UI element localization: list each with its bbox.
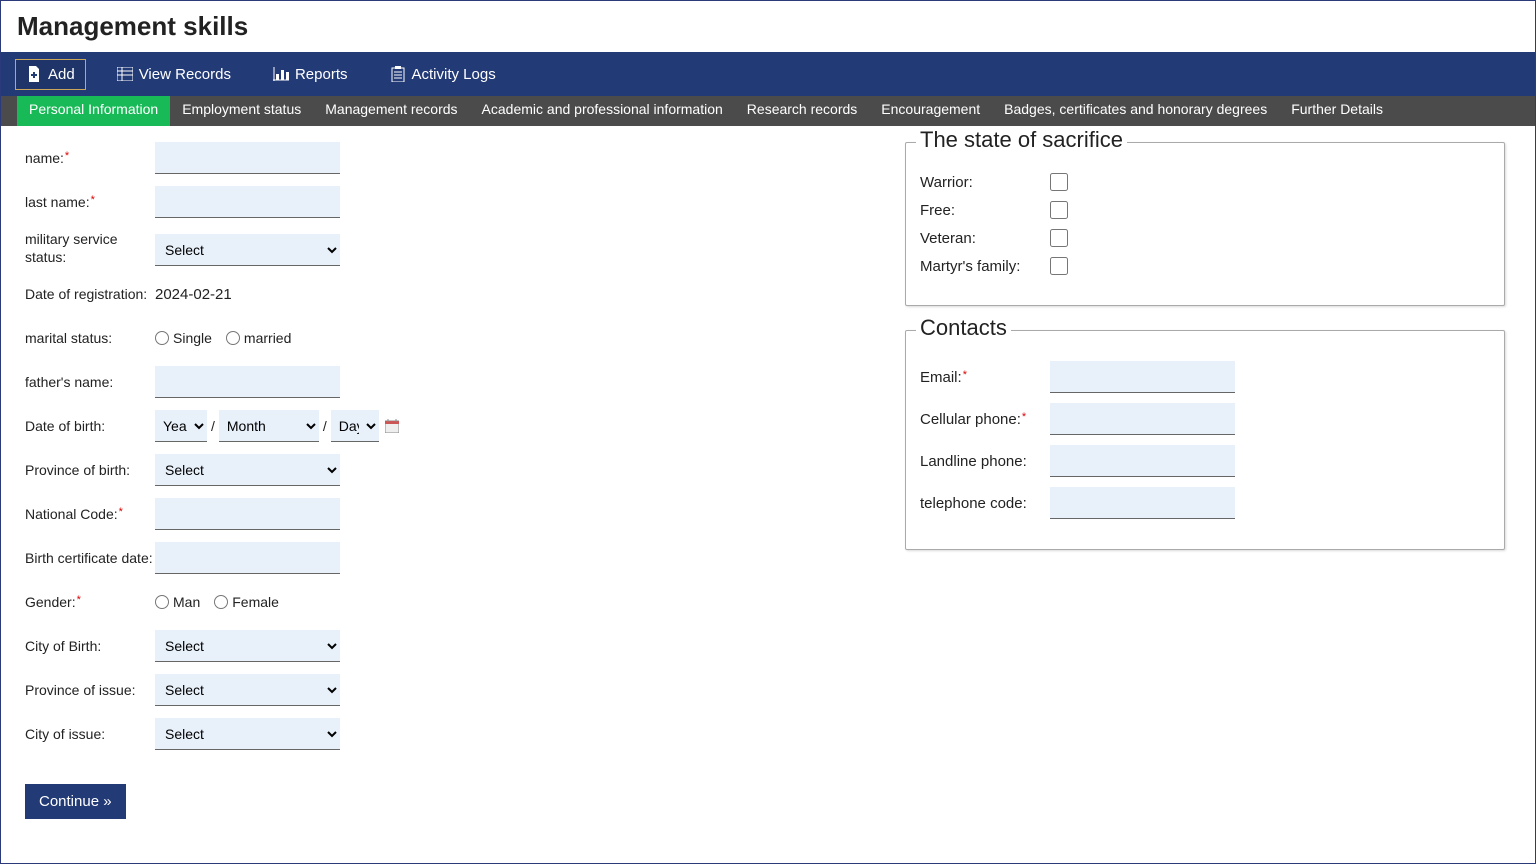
add-label: Add [48,66,75,83]
view-records-label: View Records [139,66,231,83]
last-name-input[interactable] [155,186,340,218]
last-name-label: last name:* [25,194,155,210]
date-of-registration-label: Date of registration: [25,286,155,302]
province-of-issue-label: Province of issue: [25,682,155,698]
sacrifice-fieldset: The state of sacrifice Warrior: Free: Ve… [905,142,1505,306]
city-of-issue-label: City of issue: [25,726,155,742]
reports-button[interactable]: Reports [262,59,359,90]
activity-logs-button[interactable]: Activity Logs [379,59,507,90]
landline-phone-input[interactable] [1050,445,1235,477]
marital-single-radio[interactable]: Single [155,330,212,346]
province-of-issue-select[interactable]: Select [155,674,340,706]
gender-female-radio[interactable]: Female [214,594,279,610]
telephone-code-input[interactable] [1050,487,1235,519]
page-title: Management skills [1,1,1535,52]
tab-further-details[interactable]: Further Details [1279,96,1395,126]
reports-label: Reports [295,66,348,83]
fathers-name-input[interactable] [155,366,340,398]
email-input[interactable] [1050,361,1235,393]
warrior-checkbox[interactable] [1050,173,1068,191]
warrior-label: Warrior: [920,174,1050,191]
contacts-fieldset: Contacts Email:* Cellular phone:* Landli… [905,330,1505,550]
name-label: name:* [25,150,155,166]
clipboard-icon [390,66,406,82]
national-code-label: National Code:* [25,506,155,522]
military-status-select[interactable]: Select [155,234,340,266]
tab-personal-information[interactable]: Personal Information [17,96,170,126]
telephone-code-label: telephone code: [920,495,1050,512]
city-of-birth-label: City of Birth: [25,638,155,654]
sacrifice-legend: The state of sacrifice [916,127,1127,153]
martyr-family-label: Martyr's family: [920,258,1050,275]
free-label: Free: [920,202,1050,219]
marital-status-label: marital status: [25,330,155,346]
veteran-checkbox[interactable] [1050,229,1068,247]
content: name:* last name:* military service stat… [1,126,1535,835]
cell-phone-input[interactable] [1050,403,1235,435]
app-container: Management skills Add View Records Repor… [0,0,1536,864]
dob-day-select[interactable]: Day [331,410,379,442]
left-column: name:* last name:* military service stat… [25,142,585,819]
fathers-name-label: father's name: [25,374,155,390]
cell-phone-label: Cellular phone:* [920,411,1050,428]
tab-badges[interactable]: Badges, certificates and honorary degree… [992,96,1279,126]
date-sep-1: / [211,418,215,434]
continue-button[interactable]: Continue » [25,784,126,819]
province-of-birth-label: Province of birth: [25,462,155,478]
add-button[interactable]: Add [15,59,86,90]
veteran-label: Veteran: [920,230,1050,247]
birth-cert-date-input[interactable] [155,542,340,574]
gender-man-radio[interactable]: Man [155,594,200,610]
list-icon [117,66,133,82]
martyr-family-checkbox[interactable] [1050,257,1068,275]
birth-cert-date-label: Birth certificate date: [25,550,155,566]
tab-research-records[interactable]: Research records [735,96,870,126]
tab-encouragement[interactable]: Encouragement [869,96,992,126]
dob-month-select[interactable]: Month [219,410,319,442]
topbar: Add View Records Reports Activity Logs [1,52,1535,96]
national-code-input[interactable] [155,498,340,530]
date-of-registration-value: 2024-02-21 [155,286,232,303]
province-of-birth-select[interactable]: Select [155,454,340,486]
contacts-legend: Contacts [916,315,1011,341]
landline-phone-label: Landline phone: [920,453,1050,470]
view-records-button[interactable]: View Records [106,59,242,90]
city-of-issue-select[interactable]: Select [155,718,340,750]
tabs: Personal Information Employment status M… [1,96,1535,126]
city-of-birth-select[interactable]: Select [155,630,340,662]
dob-year-select[interactable]: Year [155,410,207,442]
tab-employment-status[interactable]: Employment status [170,96,313,126]
file-add-icon [26,66,42,82]
military-status-label: military service status: [25,230,155,266]
activity-logs-label: Activity Logs [412,66,496,83]
date-sep-2: / [323,418,327,434]
calendar-icon[interactable] [385,419,399,433]
marital-married-radio[interactable]: married [226,330,291,346]
chart-icon [273,66,289,82]
name-input[interactable] [155,142,340,174]
tab-academic-professional[interactable]: Academic and professional information [470,96,735,126]
tab-management-records[interactable]: Management records [313,96,469,126]
free-checkbox[interactable] [1050,201,1068,219]
email-label: Email:* [920,369,1050,386]
date-of-birth-label: Date of birth: [25,418,155,434]
gender-label: Gender:* [25,594,155,610]
right-column: The state of sacrifice Warrior: Free: Ve… [625,142,1511,819]
